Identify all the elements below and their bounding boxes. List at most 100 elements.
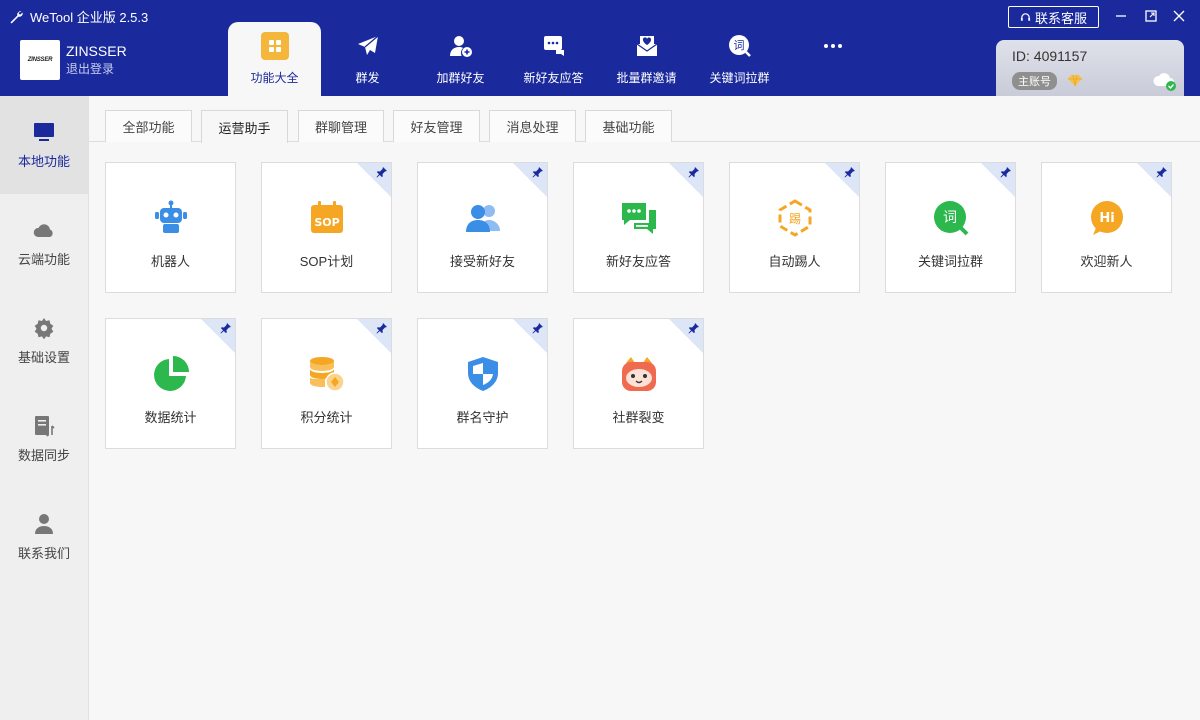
company-logo: ZINSSER	[20, 40, 60, 80]
sidebar-item-settings[interactable]: 基础设置	[0, 292, 88, 390]
nav-keyword-group[interactable]: 词 关键词拉群	[693, 22, 786, 96]
header: WeTool 企业版 2.5.3 联系客服 ZINSSER ZINSSER 退出…	[0, 0, 1200, 96]
tab-basic-functions[interactable]: 基础功能	[585, 110, 672, 142]
pin-icon[interactable]	[1000, 166, 1012, 178]
diamond-icon	[1068, 74, 1082, 87]
contact-service-button[interactable]: 联系客服	[1008, 6, 1099, 28]
person-icon	[33, 513, 55, 535]
cloud-icon	[33, 219, 55, 241]
feature-card-accept-friends[interactable]: 接受新好友	[417, 162, 548, 293]
kick-icon: 踢	[778, 199, 812, 237]
app-title-text: WeTool 企业版 2.5.3	[30, 10, 149, 25]
keyword-search-icon: 词	[934, 201, 969, 236]
nav-broadcast[interactable]: 群发	[321, 22, 414, 96]
nav-label: 新好友应答	[523, 71, 584, 85]
pin-icon[interactable]	[532, 322, 544, 334]
feature-card-points-stats[interactable]: 积分统计	[261, 318, 392, 449]
feature-card-welcome-new[interactable]: Hi 欢迎新人	[1041, 162, 1172, 293]
maximize-icon	[1145, 10, 1157, 22]
pin-icon[interactable]	[220, 322, 232, 334]
feature-card-label: 欢迎新人	[1080, 254, 1133, 269]
close-button[interactable]	[1168, 6, 1190, 26]
sidebar-item-label: 基础设置	[17, 349, 70, 365]
nav-batch-group-invite[interactable]: 批量群邀请	[600, 22, 693, 96]
feature-card-label: 关键词拉群	[917, 254, 983, 269]
tab-label: 全部功能	[122, 120, 175, 135]
svg-text:词: 词	[733, 39, 744, 52]
category-tabs: 全部功能 运营助手 群聊管理 好友管理 消息处理 基础功能	[89, 96, 1200, 143]
pin-icon[interactable]	[376, 166, 388, 178]
feature-card-label: 数据统计	[144, 410, 197, 425]
sidebar-item-local[interactable]: 本地功能	[0, 96, 88, 194]
pin-icon[interactable]	[1156, 166, 1168, 178]
tab-label: 基础功能	[602, 120, 655, 135]
shield-icon	[468, 357, 498, 391]
monitor-icon	[33, 121, 55, 143]
feature-card-data-stats[interactable]: 数据统计	[105, 318, 236, 449]
feature-card-group-name-guard[interactable]: 群名守护	[417, 318, 548, 449]
account-id: ID: 4091157	[1012, 48, 1088, 64]
feature-card-label: 自动踢人	[768, 254, 821, 269]
account-panel: ID: 4091157 主账号	[996, 40, 1184, 96]
feature-card-label: 机器人	[150, 254, 190, 269]
tab-operations-assistant[interactable]: 运营助手	[201, 110, 288, 143]
feature-card-auto-kick[interactable]: 踢 自动踢人	[729, 162, 860, 293]
feature-card-community-fission[interactable]: 社群裂变	[573, 318, 704, 449]
nav-new-friend-reply[interactable]: 新好友应答	[507, 22, 600, 96]
feature-card-robot[interactable]: 机器人	[105, 162, 236, 293]
nav-add-group-friends[interactable]: 加群好友	[414, 22, 507, 96]
add-friend-icon	[447, 32, 475, 60]
main-account-badge: 主账号	[1012, 72, 1057, 90]
grid-icon	[260, 32, 289, 60]
svg-text:SOP: SOP	[314, 216, 339, 229]
top-nav: 功能大全 群发 加群好友 新好友应答 批量群邀请 词 关键词拉群	[228, 22, 879, 96]
tab-label: 运营助手	[218, 120, 271, 136]
tab-group-chat-management[interactable]: 群聊管理	[298, 110, 384, 142]
pin-icon[interactable]	[688, 166, 700, 178]
close-icon	[1173, 10, 1185, 22]
feature-card-sop-plan[interactable]: SOP SOP计划	[261, 162, 392, 293]
sidebar-item-cloud[interactable]: 云端功能	[0, 194, 88, 292]
svg-text:Hi: Hi	[1099, 211, 1114, 226]
feature-card-label: 新好友应答	[605, 254, 671, 269]
nav-more[interactable]	[786, 22, 879, 96]
sidebar-item-label: 联系我们	[17, 545, 70, 561]
keyword-icon: 词	[726, 32, 754, 60]
coins-icon	[310, 357, 345, 392]
minimize-button[interactable]	[1110, 6, 1132, 26]
nav-label: 关键词拉群	[709, 71, 770, 85]
feature-card-label: 社群裂变	[612, 410, 665, 425]
cloud-sync-icon[interactable]	[1152, 70, 1178, 92]
nav-label: 批量群邀请	[616, 71, 677, 85]
pin-icon[interactable]	[688, 322, 700, 334]
sidebar-item-data-sync[interactable]: 数据同步	[0, 390, 88, 488]
pin-icon[interactable]	[376, 322, 388, 334]
chat-bubbles-icon	[622, 203, 656, 234]
contact-service-label: 联系客服	[1034, 10, 1087, 26]
logout-link[interactable]: 退出登录	[66, 60, 127, 78]
feature-card-keyword-group[interactable]: 词 关键词拉群	[885, 162, 1016, 293]
tab-message-processing[interactable]: 消息处理	[489, 110, 576, 142]
user-name: ZINSSER	[66, 43, 127, 59]
sidebar-item-contact[interactable]: 联系我们	[0, 488, 88, 586]
sidebar-item-label: 云端功能	[17, 251, 70, 267]
paper-plane-icon	[354, 32, 382, 60]
feature-card-new-friend-reply[interactable]: 新好友应答	[573, 162, 704, 293]
tab-friend-management[interactable]: 好友管理	[393, 110, 480, 142]
mascot-icon	[622, 357, 656, 391]
nav-label: 群发	[355, 71, 380, 85]
maximize-button[interactable]	[1140, 6, 1162, 26]
tab-label: 好友管理	[410, 120, 463, 135]
tab-all-features[interactable]: 全部功能	[105, 110, 192, 142]
nav-feature-all[interactable]: 功能大全	[228, 22, 321, 96]
feature-card-label: 群名守护	[456, 410, 509, 425]
wrench-icon	[10, 10, 23, 23]
tab-label: 群聊管理	[314, 120, 367, 135]
pin-icon[interactable]	[532, 166, 544, 178]
hi-icon: Hi	[1091, 201, 1123, 235]
sop-icon: SOP	[311, 201, 343, 233]
sidebar-item-label: 数据同步	[17, 447, 70, 463]
pie-chart-icon	[154, 356, 189, 391]
pin-icon[interactable]	[844, 166, 856, 178]
chat-reply-icon	[540, 32, 568, 60]
